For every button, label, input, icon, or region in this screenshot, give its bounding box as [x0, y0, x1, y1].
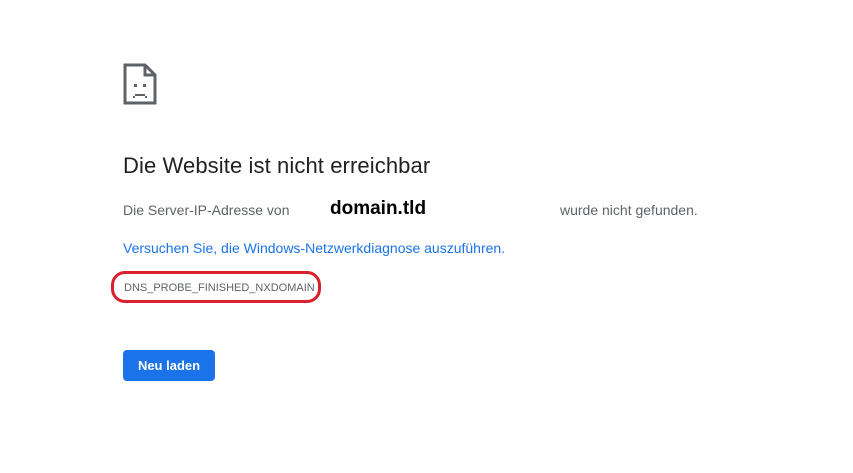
domain-name: domain.tld: [330, 198, 427, 219]
network-diagnostics-link[interactable]: Versuchen Sie, die Windows-Netzwerkdiagn…: [123, 240, 505, 256]
error-code: DNS_PROBE_FINISHED_NXDOMAIN: [124, 282, 315, 294]
sad-document-icon: [123, 63, 157, 105]
page-title: Die Website ist nicht erreichbar: [123, 153, 431, 178]
error-message-suffix: wurde nicht gefunden.: [560, 202, 698, 218]
error-message-prefix: Die Server-IP-Adresse von: [123, 202, 290, 218]
reload-button[interactable]: Neu laden: [123, 350, 215, 381]
